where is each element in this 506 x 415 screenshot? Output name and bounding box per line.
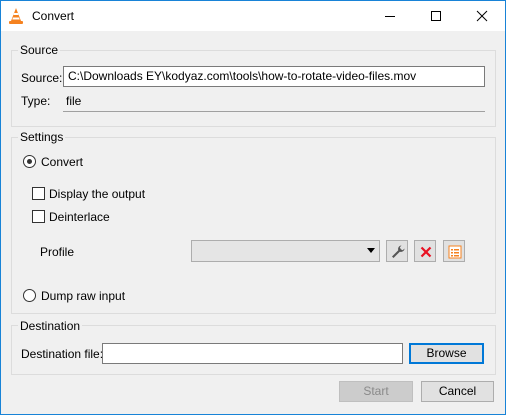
profile-label: Profile xyxy=(40,245,75,259)
display-output-label[interactable]: Display the output xyxy=(49,187,145,201)
display-output-checkbox[interactable] xyxy=(32,187,45,200)
convert-dialog: Convert Source Source: C:\Downloads EY\k… xyxy=(0,0,506,415)
edit-profile-button[interactable] xyxy=(386,240,408,262)
close-button[interactable] xyxy=(459,1,505,31)
radio-selected-dot xyxy=(27,159,32,164)
browse-button[interactable]: Browse xyxy=(409,343,484,364)
dump-raw-radio[interactable] xyxy=(23,289,36,302)
close-icon xyxy=(476,10,488,22)
wrench-icon xyxy=(392,245,405,258)
minimize-icon xyxy=(385,16,395,17)
convert-radio-label[interactable]: Convert xyxy=(41,155,83,169)
new-profile-icon xyxy=(448,245,462,259)
delete-icon xyxy=(420,246,432,258)
source-group-label: Source xyxy=(18,43,61,57)
minimize-button[interactable] xyxy=(367,1,413,31)
settings-group xyxy=(11,137,496,314)
source-path-field[interactable]: C:\Downloads EY\kodyaz.com\tools\how-to-… xyxy=(63,66,485,87)
chevron-down-icon xyxy=(367,248,375,253)
type-label: Type: xyxy=(21,94,51,108)
vlc-cone-icon xyxy=(8,7,24,25)
settings-group-label: Settings xyxy=(18,130,66,144)
delete-profile-button[interactable] xyxy=(414,240,436,262)
window-title: Convert xyxy=(32,9,75,23)
deinterlace-label[interactable]: Deinterlace xyxy=(49,210,110,224)
new-profile-button[interactable] xyxy=(443,240,465,262)
source-separator xyxy=(63,111,485,112)
title-bar[interactable]: Convert xyxy=(1,1,505,31)
type-value: file xyxy=(66,94,82,108)
source-label: Source: xyxy=(21,71,63,85)
convert-radio[interactable] xyxy=(23,155,36,168)
destination-group-label: Destination xyxy=(18,319,83,333)
destination-file-field[interactable] xyxy=(102,343,403,364)
cancel-button[interactable]: Cancel xyxy=(421,381,494,402)
source-group xyxy=(11,50,496,127)
destination-file-label: Destination file: xyxy=(21,347,104,361)
deinterlace-checkbox[interactable] xyxy=(32,210,45,223)
dump-raw-label[interactable]: Dump raw input xyxy=(41,289,125,303)
maximize-button[interactable] xyxy=(413,1,459,31)
start-button[interactable]: Start xyxy=(339,381,413,402)
profile-select[interactable] xyxy=(191,240,380,262)
maximize-icon xyxy=(431,11,441,21)
